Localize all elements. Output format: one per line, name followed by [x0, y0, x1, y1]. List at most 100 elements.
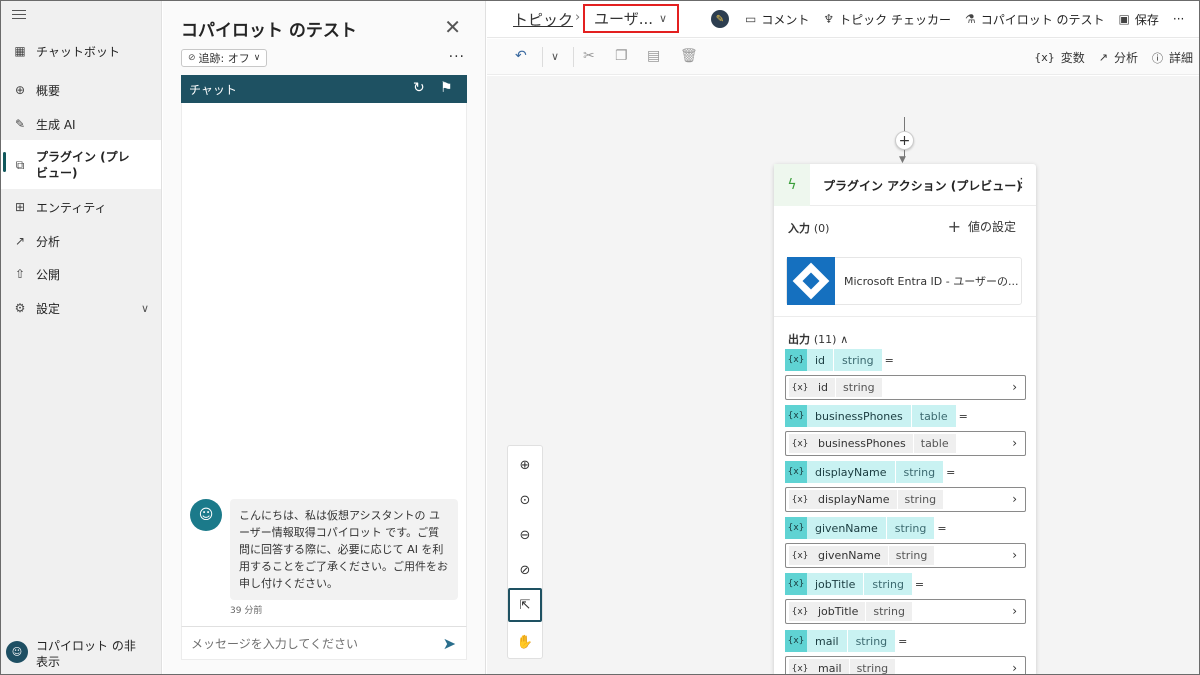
nav-item-label: 生成 AI: [36, 117, 76, 132]
output-variable[interactable]: {x} jobTitle string =: [785, 573, 924, 595]
details-button[interactable]: ⓘ 詳細: [1152, 49, 1193, 66]
save-button[interactable]: ▣ 保存: [1119, 11, 1159, 28]
top-actions: ✎ ▭ コメント ♆ トピック チェッカー ⚗ コパイロット のテスト ▣ 保存…: [711, 10, 1198, 28]
pan-hand-icon[interactable]: ✋: [508, 626, 542, 658]
variable-type: table: [910, 405, 956, 427]
output-value-field[interactable]: {x} mail string ›: [785, 656, 1026, 674]
zoom-in-icon[interactable]: ⊕: [508, 449, 542, 481]
output-variable[interactable]: {x} givenName string =: [785, 517, 947, 539]
send-icon[interactable]: ➤: [443, 634, 456, 653]
zoom-out-icon[interactable]: ⊖: [508, 519, 542, 551]
flask-icon: ⚗: [964, 12, 976, 26]
breadcrumb-current-topic[interactable]: ユーザ... ∨: [583, 4, 679, 33]
output-value-field[interactable]: {x} businessPhones table ›: [785, 431, 1026, 456]
node-title: プラグイン アクション (プレビュー): [823, 179, 1022, 193]
input-label: 入力: [788, 222, 810, 235]
nav-item-chatbots[interactable]: ▦ チャットボット: [1, 39, 161, 63]
output-value-field[interactable]: {x} givenName string ›: [785, 543, 1026, 568]
chevron-down-icon: ∨: [253, 53, 261, 63]
select-pointer-icon[interactable]: ⇱: [508, 588, 542, 622]
bot-avatar-icon: ☺: [6, 641, 28, 663]
variable-icon: {x}: [789, 546, 811, 565]
output-variable[interactable]: {x} businessPhones table =: [785, 405, 968, 427]
chevron-down-icon[interactable]: ∨: [551, 50, 559, 63]
value-name: displayName: [811, 490, 897, 509]
output-value-field[interactable]: {x} id string ›: [785, 375, 1026, 400]
tracking-toggle[interactable]: ⊘ 追跡: オフ ∨: [181, 49, 268, 67]
set-value-button[interactable]: + 値の設定: [948, 217, 1016, 236]
nav-item-plugins[interactable]: ⧉ プラグイン (プレビュー): [1, 140, 161, 189]
plugin-icon: ⧉: [15, 157, 25, 172]
value-name: mail: [811, 659, 849, 674]
connector-name: Microsoft Entra ID - ユーザーの...: [844, 275, 1019, 288]
connector-card[interactable]: Microsoft Entra ID - ユーザーの...: [786, 257, 1022, 305]
nav-item-overview[interactable]: ⊕ 概要: [1, 78, 161, 102]
card-notch: [904, 308, 916, 320]
comment-button[interactable]: ▭ コメント: [745, 11, 809, 28]
publish-icon: ⇧: [14, 267, 26, 281]
pen-icon[interactable]: ✎: [711, 10, 729, 28]
test-copilot-panel: コパイロット のテスト ✕ ⊘ 追跡: オフ ∨ ··· チャット ↻ ⚑ ☺ …: [163, 1, 486, 674]
test-copilot-button[interactable]: ⚗ コパイロット のテスト: [965, 11, 1105, 28]
flag-icon[interactable]: ⚑: [440, 80, 453, 96]
nav-item-label: 設定: [36, 301, 61, 316]
nav-item-publish[interactable]: ⇧ 公開: [1, 262, 161, 286]
bot-message: こんにちは、私は仮想アシスタントの ユーザー情報取得コパイロット です。ご質問に…: [230, 499, 458, 600]
nav-item-settings[interactable]: ⚙ 設定 ∨: [1, 296, 161, 320]
more-options-icon[interactable]: ···: [449, 49, 465, 65]
equals-sign: =: [898, 634, 908, 648]
more-vertical-icon[interactable]: ⋮: [1015, 176, 1028, 191]
paste-icon[interactable]: ▤: [647, 48, 660, 64]
breadcrumb-topic[interactable]: トピック: [513, 9, 573, 30]
app-window: ▦ チャットボット ⊕ 概要 ✎ 生成 AI ⧉ プラグイン (プレビュー) ⊞…: [0, 0, 1200, 675]
variables-button[interactable]: {x} 変数: [1034, 49, 1085, 66]
message-input-placeholder: メッセージを入力してください: [191, 636, 359, 651]
chevron-down-icon: ∨: [140, 301, 149, 315]
output-value-field[interactable]: {x} jobTitle string ›: [785, 599, 1026, 624]
topic-checker-label: トピック チェッカー: [839, 12, 951, 27]
nav-item-generative-ai[interactable]: ✎ 生成 AI: [1, 112, 161, 136]
message-input[interactable]: メッセージを入力してください ➤: [181, 626, 467, 660]
hide-copilot-button[interactable]: ☺ コパイロット の非表示: [6, 638, 146, 670]
nav-item-entities[interactable]: ⊞ エンティティ: [1, 195, 161, 219]
input-count: (0): [813, 222, 830, 235]
analytics-button[interactable]: ↗ 分析: [1099, 49, 1138, 66]
recenter-icon[interactable]: ⊙: [508, 484, 542, 516]
entity-icon: ⊞: [14, 200, 26, 214]
topic-checker-button[interactable]: ♆ トピック チェッカー: [823, 11, 951, 28]
nav-item-label: 概要: [36, 83, 61, 98]
delete-icon[interactable]: 🗑: [680, 48, 698, 64]
value-type: string: [896, 490, 944, 509]
variable-icon: {x}: [785, 461, 807, 483]
zoom-toolbox: ⊕ ⊙ ⊖ ⊘ ⇱ ✋: [507, 445, 543, 659]
nav-item-analytics[interactable]: ↗ 分析: [1, 229, 161, 253]
copy-icon[interactable]: ❐: [615, 48, 628, 64]
more-options-icon[interactable]: ···: [1173, 12, 1184, 26]
variable-type: string: [894, 461, 944, 483]
plugin-action-node[interactable]: ϟ プラグイン アクション (プレビュー) ⋮ 入力 (0) + 値の設定 Mi…: [774, 164, 1036, 674]
nav-item-label: エンティティ: [36, 200, 107, 215]
refresh-icon[interactable]: ↻: [413, 80, 425, 96]
magic-wand-icon: ✎: [14, 117, 26, 131]
output-variable[interactable]: {x} displayName string =: [785, 461, 955, 483]
equals-sign: =: [958, 409, 968, 423]
toolbar-divider: [542, 47, 543, 67]
chevron-down-icon: ∨: [658, 12, 667, 25]
variable-icon: {x}: [1034, 51, 1055, 64]
message-timestamp: 39 分前: [230, 606, 263, 616]
value-name: businessPhones: [811, 434, 913, 453]
gear-icon: ⚙: [14, 301, 26, 315]
close-icon[interactable]: ✕: [444, 15, 461, 39]
output-variable[interactable]: {x} id string =: [785, 349, 894, 371]
add-node-button[interactable]: +: [895, 131, 914, 150]
hamburger-icon[interactable]: [12, 10, 26, 24]
minimap-icon[interactable]: ⊘: [508, 554, 542, 586]
variable-type: string: [885, 517, 935, 539]
undo-icon[interactable]: ↶: [515, 48, 527, 64]
output-value-field[interactable]: {x} displayName string ›: [785, 487, 1026, 512]
variable-icon: {x}: [789, 434, 811, 453]
bot-avatar-icon: ☺: [190, 499, 222, 531]
cut-icon[interactable]: ✂: [583, 48, 595, 64]
output-variable[interactable]: {x} mail string =: [785, 630, 907, 652]
output-section-toggle[interactable]: 出力 (11) ∧: [788, 331, 848, 347]
